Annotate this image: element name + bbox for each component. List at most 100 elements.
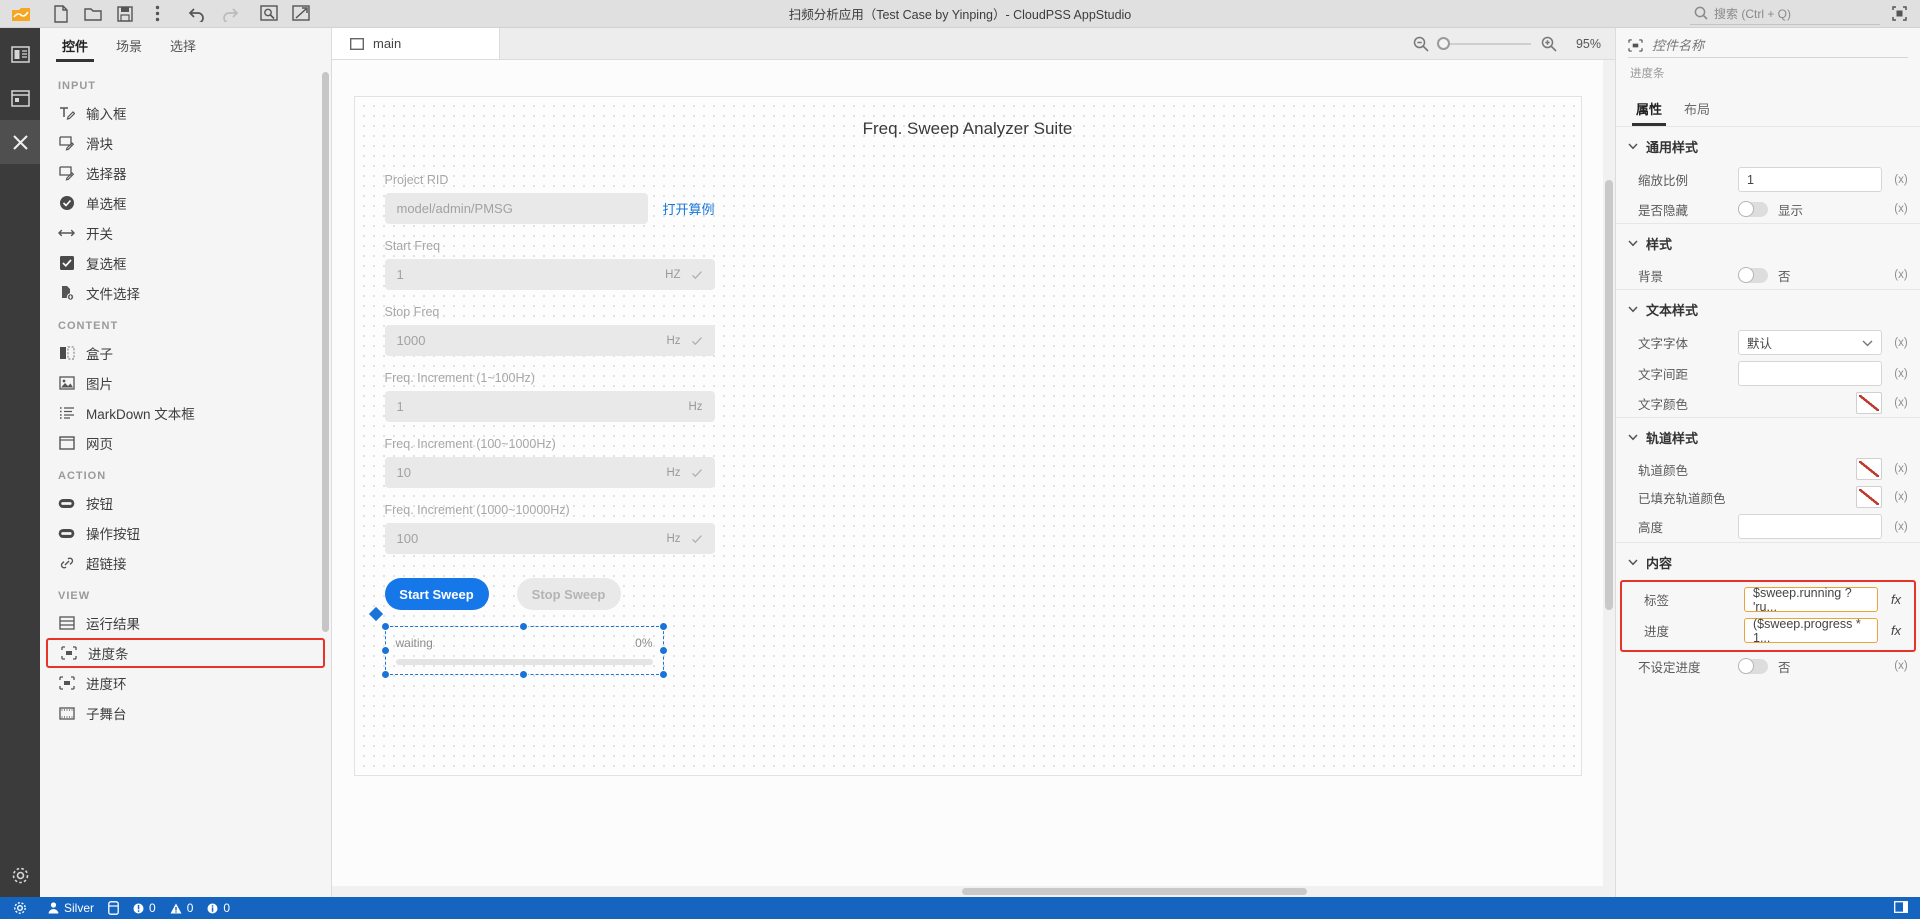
error-count[interactable]: 0 xyxy=(133,901,156,915)
new-file-icon[interactable] xyxy=(46,1,76,27)
project-rid-input[interactable]: model/admin/PMSG xyxy=(384,193,649,224)
widget-item-file-picker[interactable]: 文件选择 xyxy=(40,278,331,308)
widget-item-image[interactable]: 图片 xyxy=(40,368,331,398)
maximize-icon[interactable] xyxy=(1888,3,1910,25)
freq-increment-100-1000-input[interactable]: 10 Hz xyxy=(384,457,715,488)
indeterminate-toggle[interactable] xyxy=(1738,657,1768,674)
current-user[interactable]: Silver xyxy=(48,901,94,915)
rail-item-tools[interactable] xyxy=(0,120,40,164)
more-options-icon[interactable] xyxy=(142,1,172,27)
zoom-slider[interactable] xyxy=(1437,37,1531,51)
expression-toggle[interactable]: (x) xyxy=(1890,463,1912,475)
resize-handle-top-left[interactable] xyxy=(380,622,390,631)
expression-toggle[interactable]: (x) xyxy=(1890,269,1912,281)
font-family-select[interactable]: 默认 xyxy=(1738,330,1882,355)
widget-item-progress-bar[interactable]: 进度条 xyxy=(46,638,325,668)
freq-increment-1-100-input[interactable]: 1 Hz xyxy=(384,391,715,422)
canvas-horizontal-scrollbar[interactable] xyxy=(332,886,1615,897)
widget-anchor-handle[interactable] xyxy=(368,606,383,622)
height-input[interactable] xyxy=(1738,514,1882,539)
progress-expression-input[interactable]: ($sweep.progress * 1... xyxy=(1744,617,1878,645)
text-color-swatch[interactable] xyxy=(1856,392,1882,414)
scrollbar-thumb[interactable] xyxy=(1605,180,1613,610)
expression-toggle[interactable]: (x) xyxy=(1890,174,1912,186)
freq-increment-1000-10000-input[interactable]: 100 Hz xyxy=(384,523,715,554)
stop-freq-input[interactable]: 1000 Hz xyxy=(384,325,715,356)
tab-controls[interactable]: 控件 xyxy=(48,28,102,62)
section-track-style[interactable]: 轨道样式 xyxy=(1616,417,1920,455)
info-count[interactable]: 0 xyxy=(207,901,230,915)
expression-toggle[interactable]: (x) xyxy=(1890,491,1912,503)
section-content[interactable]: 内容 xyxy=(1616,542,1920,580)
widget-item-action-button[interactable]: 操作按钮 xyxy=(40,518,331,548)
zoom-slider-knob[interactable] xyxy=(1437,37,1450,50)
section-style[interactable]: 样式 xyxy=(1616,223,1920,261)
section-general-style[interactable]: 通用样式 xyxy=(1616,126,1920,164)
document-tab-main[interactable]: main xyxy=(332,28,500,59)
scale-ratio-input[interactable]: 1 xyxy=(1738,167,1882,192)
resize-handle-bottom-right[interactable] xyxy=(658,670,668,679)
widget-item-radio[interactable]: 单选框 xyxy=(40,188,331,218)
rail-item-layout[interactable] xyxy=(0,32,40,76)
widget-item-sub-stage[interactable]: 子舞台 xyxy=(40,698,331,728)
publish-icon[interactable] xyxy=(286,1,316,27)
start-freq-input[interactable]: 1 HZ xyxy=(384,259,715,290)
resize-handle-middle-right[interactable] xyxy=(658,645,668,655)
expression-toggle[interactable]: (x) xyxy=(1890,521,1912,533)
hidden-toggle[interactable] xyxy=(1738,200,1768,217)
widget-item-switch[interactable]: 开关 xyxy=(40,218,331,248)
save-icon[interactable] xyxy=(110,1,140,27)
scrollbar-thumb[interactable] xyxy=(322,72,329,632)
scrollbar-thumb[interactable] xyxy=(962,888,1307,895)
global-search[interactable]: 搜索 (Ctrl + Q) xyxy=(1690,3,1880,25)
progress-bar-widget[interactable]: waiting 0% xyxy=(380,622,668,679)
widget-list-scrollbar[interactable] xyxy=(322,68,329,885)
expression-toggle[interactable]: (x) xyxy=(1890,397,1912,409)
open-project-link[interactable]: 打开算例 xyxy=(662,199,714,218)
letter-spacing-input[interactable] xyxy=(1738,361,1882,386)
undo-icon[interactable] xyxy=(182,1,212,27)
formula-icon[interactable]: fx xyxy=(1886,623,1906,638)
zoom-in-icon[interactable] xyxy=(1541,36,1557,52)
resize-handle-bottom-center[interactable] xyxy=(519,670,528,679)
formula-icon[interactable]: fx xyxy=(1886,592,1906,607)
settings-icon[interactable] xyxy=(6,901,34,915)
panel-toggle-icon[interactable] xyxy=(1894,900,1908,916)
design-stage[interactable]: Freq. Sweep Analyzer Suite Project RID m… xyxy=(353,96,1582,776)
resize-handle-bottom-left[interactable] xyxy=(380,670,390,679)
widget-item-webpage[interactable]: 网页 xyxy=(40,428,331,458)
tab-select[interactable]: 选择 xyxy=(156,28,210,62)
widget-item-result[interactable]: 运行结果 xyxy=(40,608,331,638)
open-folder-icon[interactable] xyxy=(78,1,108,27)
app-logo-icon[interactable] xyxy=(6,1,36,27)
track-color-swatch[interactable] xyxy=(1856,458,1882,480)
filled-track-color-swatch[interactable] xyxy=(1856,486,1882,508)
warning-count[interactable]: 0 xyxy=(170,901,193,915)
expression-toggle[interactable]: (x) xyxy=(1890,660,1912,672)
label-expression-input[interactable]: $sweep.running ? 'ru... xyxy=(1744,586,1878,614)
expression-toggle[interactable]: (x) xyxy=(1890,337,1912,349)
widget-item-hyperlink[interactable]: 超链接 xyxy=(40,548,331,578)
start-sweep-button[interactable]: Start Sweep xyxy=(384,578,489,610)
widget-item-slider[interactable]: 滑块 xyxy=(40,128,331,158)
expression-toggle[interactable]: (x) xyxy=(1890,203,1912,215)
expression-toggle[interactable]: (x) xyxy=(1890,368,1912,380)
resize-handle-top-center[interactable] xyxy=(519,622,528,631)
zoom-out-icon[interactable] xyxy=(1413,36,1429,52)
selected-progress-widget[interactable]: waiting 0% xyxy=(368,606,668,679)
resize-handle-top-right[interactable] xyxy=(658,622,668,631)
tab-scenes[interactable]: 场景 xyxy=(102,28,156,62)
widget-item-markdown[interactable]: MarkDown 文本框 xyxy=(40,398,331,428)
background-toggle[interactable] xyxy=(1738,266,1768,283)
widget-name-input[interactable] xyxy=(1652,38,1908,53)
rail-item-settings[interactable] xyxy=(0,853,40,897)
rail-item-resources[interactable] xyxy=(0,76,40,120)
widget-item-selector[interactable]: 选择器 xyxy=(40,158,331,188)
resize-handle-middle-left[interactable] xyxy=(380,645,390,655)
preview-icon[interactable] xyxy=(254,1,284,27)
tab-layout[interactable]: 布局 xyxy=(1676,95,1718,126)
widget-item-text-input[interactable]: 输入框 xyxy=(40,98,331,128)
widget-item-button[interactable]: 按钮 xyxy=(40,488,331,518)
canvas-vertical-scrollbar[interactable] xyxy=(1603,60,1615,886)
widget-item-box[interactable]: 盒子 xyxy=(40,338,331,368)
